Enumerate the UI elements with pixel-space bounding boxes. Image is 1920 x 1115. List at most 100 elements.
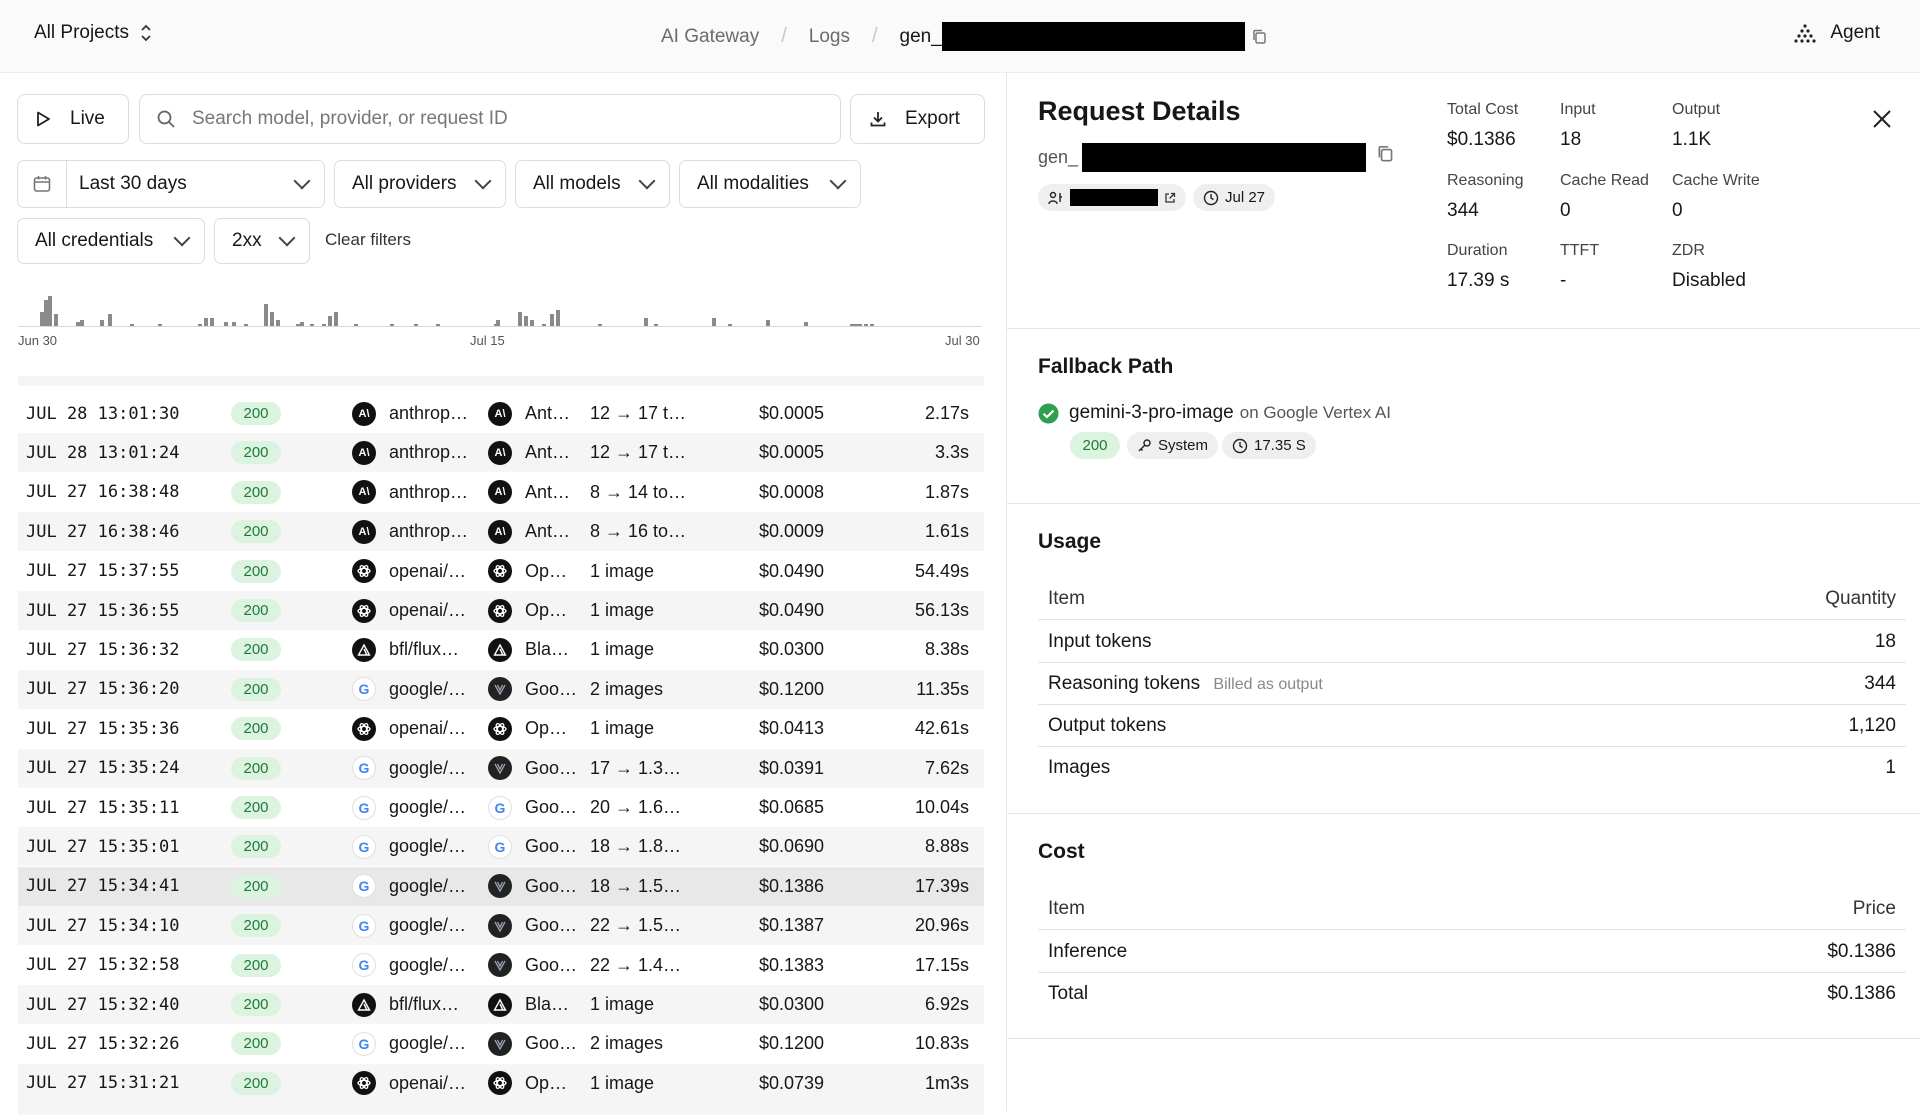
- table-row[interactable]: JUL 27 15:36:55 200 openai/… Op… 1 image $0.0…: [18, 591, 984, 630]
- histogram-bar: [108, 314, 112, 326]
- export-button[interactable]: Export: [850, 94, 985, 144]
- row-time: JUL 27 15:36:32: [26, 639, 180, 660]
- row-provider: openai/…: [389, 600, 467, 620]
- row-provider: openai/…: [389, 1072, 467, 1093]
- row-time: JUL 27 15:37:55: [26, 561, 180, 582]
- clock-icon: [1203, 190, 1219, 205]
- table-row[interactable]: JUL 27 15:37:55 200 openai/… Op… 1 image $0.0…: [18, 552, 984, 591]
- live-button[interactable]: Live: [17, 94, 129, 144]
- row-time: JUL 27 15:32:58: [26, 955, 180, 976]
- row-summary: 1 image: [590, 1072, 655, 1093]
- row-summary: 2 images: [590, 678, 664, 699]
- usage-table-header: Item Quantity: [1038, 578, 1906, 620]
- table-row[interactable]: JUL 27 15:34:41 200 Ggoogle/… Goo… 18 → 1.5……: [18, 866, 984, 906]
- export-label: Export: [905, 108, 960, 129]
- table-row[interactable]: JUL 27 15:35:01 200 Ggoogle/… G Goo… 18 → 1.8…: [18, 827, 984, 867]
- row-model: Ant…: [525, 521, 571, 542]
- openai-icon: [352, 1071, 376, 1096]
- table-row[interactable]: JUL 27 15:36:20 200 Ggoogle/… Goo… 2 images $…: [18, 669, 984, 709]
- row-cost: $0.0391: [759, 757, 825, 778]
- row-model: Ant…: [525, 442, 571, 463]
- copy-icon[interactable]: [1251, 28, 1269, 46]
- table-row[interactable]: JUL 27 15:32:40 200 bfl/flux… Bla… 1 image $0…: [18, 985, 984, 1024]
- histogram-bar: [436, 324, 440, 326]
- vertex-icon: [488, 874, 512, 899]
- models-select[interactable]: All models: [515, 160, 670, 208]
- histogram-axis-label-start: Jun 30: [18, 333, 58, 348]
- histogram-bar: [728, 324, 732, 326]
- row-duration: 10.83s: [914, 1033, 969, 1054]
- cost-col-item: Item: [1048, 897, 1085, 919]
- table-row[interactable]: JUL 27 16:38:48 200 A\ anthrop… A\ Ant… 8 → 14…: [18, 473, 984, 512]
- row-cost: $0.1200: [759, 678, 825, 699]
- histogram-bar: [300, 322, 304, 326]
- table-row[interactable]: JUL 27 15:34:10 200 Ggoogle/… Goo… 22 → 1.5……: [18, 906, 984, 946]
- status-select[interactable]: 2xx: [214, 218, 310, 264]
- status-badge: 200: [231, 796, 281, 819]
- row-provider: anthrop…: [389, 442, 469, 463]
- breadcrumb: AI Gateway / Logs / gen_: [661, 22, 1269, 51]
- clear-filters-button[interactable]: Clear filters: [325, 230, 411, 250]
- fallback-auth-pill: System: [1127, 432, 1219, 459]
- table-row-partial[interactable]: [18, 1103, 984, 1115]
- status-badge: 200: [231, 874, 281, 898]
- status-badge: 200: [231, 520, 281, 544]
- copy-icon[interactable]: [1376, 144, 1396, 164]
- fallback-model: gemini-3-pro-image: [1069, 402, 1234, 423]
- google-icon: G: [488, 834, 512, 859]
- cost-row: Inference $0.1386: [1038, 931, 1906, 973]
- modalities-select[interactable]: All modalities: [679, 160, 861, 208]
- google-icon: G: [352, 874, 376, 899]
- section-divider: [1007, 503, 1920, 504]
- table-row[interactable]: JUL 27 15:32:26 200 Ggoogle/… Goo… 2 images $…: [18, 1024, 984, 1063]
- credential-pill[interactable]: [1038, 184, 1186, 211]
- providers-label: All providers: [352, 173, 457, 194]
- row-model: Goo…: [525, 757, 578, 778]
- table-row[interactable]: JUL 27 15:32:58 200 Ggoogle/… Goo… 22 → 1.4……: [18, 946, 984, 985]
- breadcrumb-logs[interactable]: Logs: [809, 26, 850, 48]
- row-duration: 54.49s: [914, 560, 969, 581]
- search-input[interactable]: Search model, provider, or request ID: [139, 94, 841, 144]
- fallback-time-label: 17.35 S: [1254, 437, 1306, 454]
- table-row[interactable]: JUL 27 16:38:46 200 A\ anthrop… A\ Ant… 8 → 16…: [18, 512, 984, 552]
- table-row[interactable]: JUL 27 15:35:11 200 Ggoogle/… G Goo… 20 → 1.6…: [18, 788, 984, 827]
- usage-item: Input tokens: [1048, 631, 1152, 653]
- histogram-axis-label-end: Jul 30: [945, 333, 980, 348]
- status-badge: 200: [231, 441, 281, 465]
- agent-button[interactable]: Agent: [1794, 22, 1880, 44]
- row-time: JUL 27 16:38:46: [26, 521, 180, 542]
- table-row[interactable]: JUL 27 15:35:24 200 Ggoogle/… Goo… 17 → 1.3……: [18, 748, 984, 788]
- redacted-request-id: [941, 22, 1245, 51]
- row-duration: 20.96s: [914, 915, 969, 936]
- table-row[interactable]: JUL 27 15:31:21 200 openai/… Op… 1 image $0.0…: [18, 1063, 984, 1103]
- date-pill: Jul 27: [1193, 184, 1276, 211]
- providers-select[interactable]: All providers: [334, 160, 506, 208]
- search-icon: [157, 110, 175, 128]
- external-link-icon: [1165, 192, 1176, 203]
- redacted-details-id: [1082, 143, 1367, 172]
- row-model: Op…: [525, 718, 568, 739]
- google-icon: G: [352, 677, 376, 702]
- row-duration: 42.61s: [914, 718, 969, 739]
- table-row-partial[interactable]: [18, 376, 984, 386]
- histogram-bar: [276, 320, 280, 326]
- status-label: 2xx: [232, 230, 262, 251]
- table-row[interactable]: JUL 28 13:01:24 200 A\ anthrop… A\ Ant… 12 → 1…: [18, 433, 984, 473]
- credentials-select[interactable]: All credentials: [17, 218, 205, 264]
- close-icon[interactable]: [1871, 108, 1893, 130]
- row-cost: $0.0005: [759, 403, 825, 423]
- row-time: JUL 27 15:35:11: [26, 797, 180, 818]
- agent-label: Agent: [1830, 22, 1880, 43]
- breadcrumb-ai-gateway[interactable]: AI Gateway: [661, 26, 759, 48]
- table-row[interactable]: JUL 27 15:36:32 200 bfl/flux… Bla… 1 image $0…: [18, 630, 984, 669]
- status-badge: 200: [231, 756, 281, 780]
- table-row[interactable]: JUL 27 15:35:36 200 openai/… Op… 1 image $0.0…: [18, 709, 984, 748]
- row-summary: 22 → 1.5…: [590, 915, 682, 936]
- project-selector[interactable]: All Projects: [34, 22, 153, 44]
- cost-item: Total: [1048, 983, 1089, 1004]
- histogram-bar: [712, 318, 716, 326]
- openai-icon: [352, 559, 376, 584]
- cost-col-price: Price: [1852, 897, 1896, 919]
- date-range-select[interactable]: Last 30 days: [17, 160, 325, 208]
- table-row[interactable]: JUL 28 13:01:30 200 A\ anthrop… A\ Ant… 12 → 1…: [18, 394, 984, 433]
